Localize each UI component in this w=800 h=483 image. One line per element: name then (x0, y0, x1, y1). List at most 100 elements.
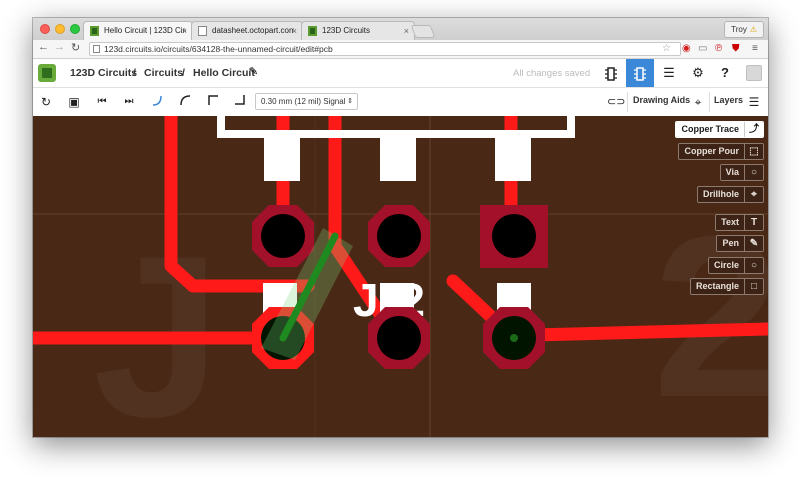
fit-view-icon[interactable]: ▣ (66, 94, 82, 110)
trace-width-select[interactable]: 0.30 mm (12 mil) Signal ⇕ (255, 93, 358, 110)
breadcrumb-circuit-name[interactable]: Hello Circuit (193, 67, 255, 79)
edit-name-pencil-icon[interactable]: ✎ (249, 65, 258, 78)
pad-center-marker (510, 334, 518, 342)
pen-icon: ✎ (744, 236, 763, 251)
breadcrumb-circuits[interactable]: Circuits (144, 67, 183, 79)
bookmark-star-icon[interactable]: ☆ (662, 43, 671, 55)
arc-shape (180, 95, 191, 106)
corner-shape (208, 95, 218, 105)
crosshair-icon[interactable]: ⌖ (690, 94, 706, 110)
drill-hole (377, 316, 421, 360)
drill-hole (261, 214, 305, 258)
circuits-logo-icon[interactable] (38, 64, 56, 82)
first-step-icon[interactable]: ⏮ (94, 94, 110, 110)
layers-stack-icon[interactable]: ☰ (746, 94, 762, 110)
rotate-icon[interactable]: ↻ (38, 94, 54, 110)
tool-label: Pen (717, 236, 744, 251)
pen-tool[interactable]: Pen ✎ (716, 235, 764, 252)
tool-label: Copper Trace (676, 122, 744, 137)
chrome-menu-icon[interactable]: ≡ (752, 43, 758, 55)
browser-toolbar: ← → ↻ 123d.circuits.io/circuits/634128-t… (33, 40, 768, 59)
breadcrumb-home[interactable]: 123D Circuits (70, 67, 137, 79)
chip-icon (605, 66, 617, 81)
tool-label: Rectangle (690, 279, 744, 294)
opera-extension-icon[interactable]: ◉ (682, 43, 691, 55)
via-icon: ○ (744, 165, 763, 180)
tab-datasheet[interactable]: datasheet.octopart.com/At × (191, 21, 303, 40)
select-arrows-icon: ⇕ (347, 98, 353, 105)
profile-button[interactable]: Troy ⚠ (724, 21, 764, 38)
tool-label: Text (716, 215, 744, 230)
close-tab-icon[interactable]: × (404, 22, 409, 40)
help-button[interactable]: ? (711, 59, 739, 87)
layers-button[interactable]: Layers (714, 95, 743, 105)
reload-button[interactable]: ↻ (71, 41, 80, 54)
pcb-drawing[interactable]: J 2 (33, 116, 768, 437)
zoom-window-button[interactable] (70, 24, 80, 34)
settings-button[interactable]: ⚙ (684, 59, 712, 87)
breadcrumb-separator: / (133, 67, 136, 79)
divider (627, 92, 628, 112)
copper-trace-tool[interactable]: Copper Trace ⤴ (675, 121, 764, 138)
close-window-button[interactable] (40, 24, 50, 34)
tool-label: Drillhole (697, 187, 744, 202)
tab-title: Hello Circuit | 123D Circuit (104, 26, 186, 35)
tool-label: Via (720, 165, 744, 180)
adblock-extension-icon[interactable]: ⛊ (732, 43, 740, 55)
pcb-view-button[interactable] (626, 59, 654, 87)
text-icon: T (744, 215, 763, 230)
address-bar[interactable]: 123d.circuits.io/circuits/634128-the-unn… (89, 42, 681, 56)
angle-shape (235, 95, 245, 105)
circle-icon: ○ (744, 258, 763, 273)
smd-pad[interactable] (380, 136, 416, 181)
text-tool[interactable]: Text T (715, 214, 764, 231)
smd-pad[interactable] (264, 136, 300, 181)
divider (709, 92, 710, 112)
pcb-icon (634, 66, 646, 81)
save-status: All changes saved (513, 68, 591, 79)
trace-arc-icon[interactable] (177, 94, 193, 110)
rectangle-tool[interactable]: Rectangle □ (689, 278, 764, 295)
trace-icon: ⤴ (744, 122, 763, 137)
circuits-favicon-icon (90, 26, 99, 36)
drillhole-icon: ⌖ (744, 187, 763, 202)
url-text: 123d.circuits.io/circuits/634128-the-unn… (104, 44, 333, 54)
tab-123d-circuits[interactable]: 123D Circuits × (301, 21, 415, 40)
tab-hello-circuit[interactable]: Hello Circuit | 123D Circuit × (83, 21, 193, 41)
watermark-glyph: J (93, 208, 221, 437)
trace-curve-icon[interactable] (149, 94, 165, 110)
forward-button[interactable]: → (54, 41, 65, 53)
tab-strip: Hello Circuit | 123D Circuit × datasheet… (33, 18, 768, 41)
circle-tool[interactable]: Circle ○ (707, 257, 764, 274)
close-tab-icon[interactable]: × (292, 22, 297, 40)
curve-shape (152, 95, 162, 106)
drawing-aids-button[interactable]: Drawing Aids (633, 95, 690, 105)
new-tab-button[interactable] (410, 25, 436, 38)
bom-list-button[interactable]: ☰ (655, 59, 683, 87)
back-button[interactable]: ← (38, 41, 49, 53)
drill-hole (377, 214, 421, 258)
last-step-icon[interactable]: ⏭ (121, 94, 137, 110)
trace-corner-icon[interactable] (205, 94, 221, 110)
link-icon[interactable]: ⊂⊃ (607, 94, 625, 110)
help-icon: ? (721, 65, 729, 80)
gear-icon: ⚙ (692, 65, 704, 80)
smd-pad[interactable] (495, 136, 531, 181)
tab-title: datasheet.octopart.com/At (212, 26, 294, 35)
via-tool[interactable]: Via ○ (719, 164, 764, 181)
tool-label: Circle (708, 258, 744, 273)
minimize-window-button[interactable] (55, 24, 65, 34)
list-icon: ☰ (663, 65, 675, 80)
drillhole-tool[interactable]: Drillhole ⌖ (696, 186, 764, 203)
close-tab-icon[interactable]: × (182, 22, 187, 40)
copper-pour-tool[interactable]: Copper Pour ⬚ (678, 143, 764, 160)
cast-extension-icon[interactable]: ▭ (698, 43, 707, 55)
profile-name: Troy (731, 25, 747, 34)
schematic-view-button[interactable] (597, 59, 625, 87)
user-avatar[interactable] (746, 65, 762, 81)
trace-angle-icon[interactable] (232, 94, 248, 110)
breadcrumb-separator: / (182, 67, 185, 79)
silkscreen-outline (217, 116, 575, 138)
pinterest-extension-icon[interactable]: ℗ (715, 43, 722, 55)
pcb-canvas[interactable]: J 2 Copper Trace ⤴ Copper Pour ⬚ Via ○ D… (33, 116, 768, 437)
